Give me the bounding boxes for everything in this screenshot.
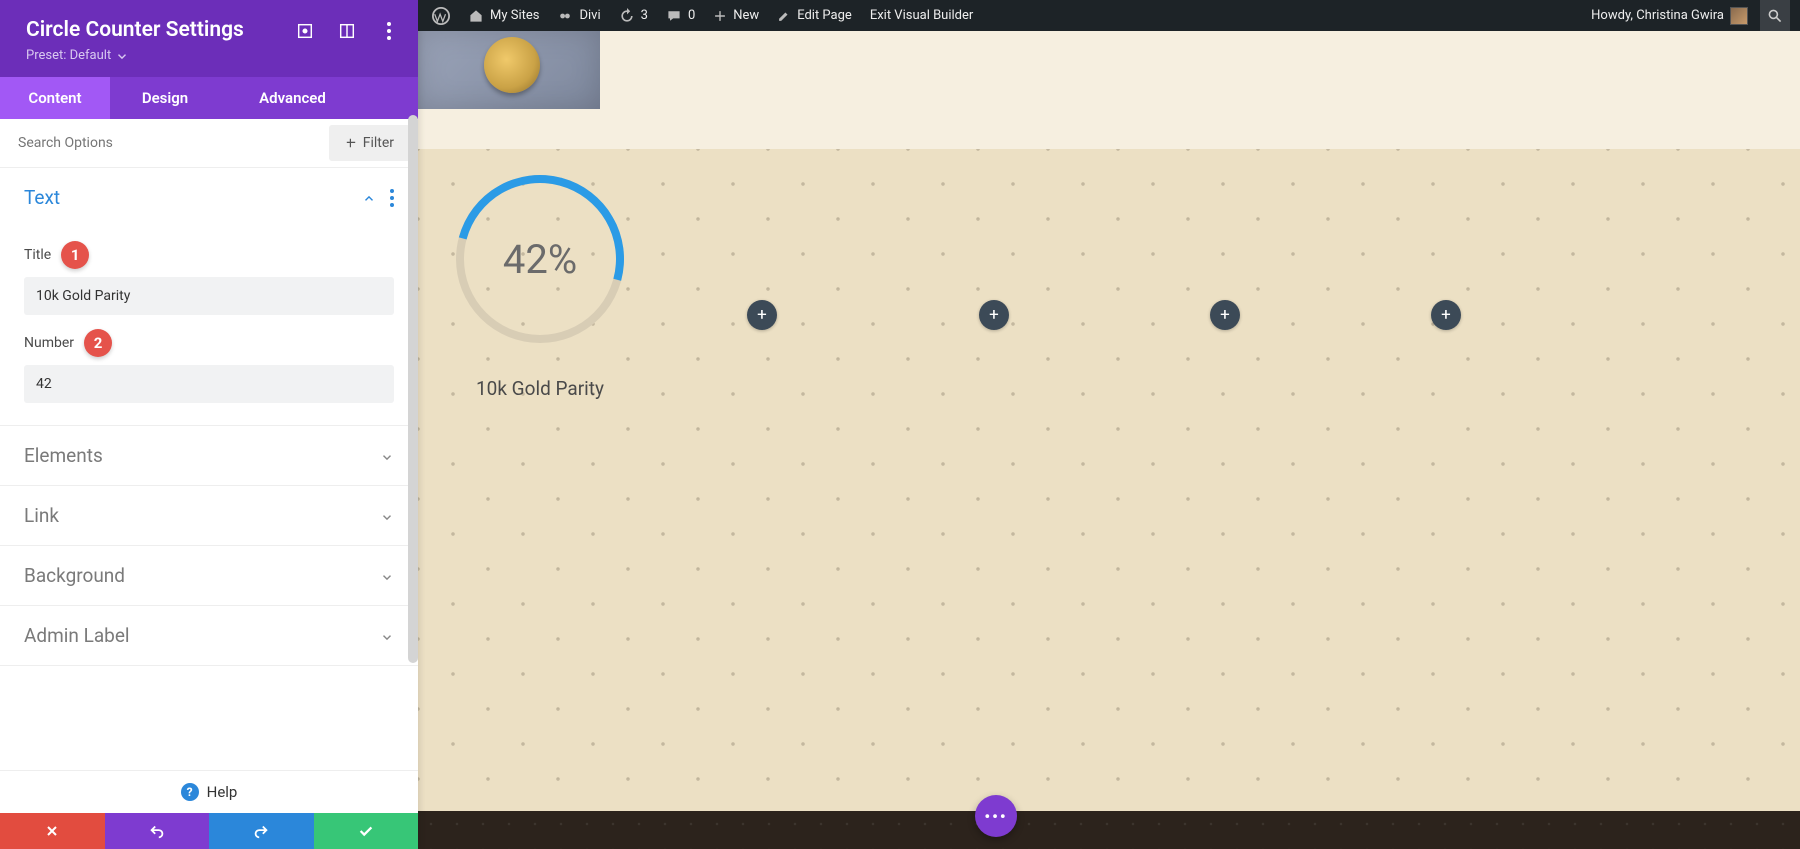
settings-tabs: Content Design Advanced	[0, 77, 418, 119]
tab-design[interactable]: Design	[110, 77, 220, 119]
save-button[interactable]	[314, 813, 419, 849]
search-row: Filter	[0, 119, 418, 168]
section-link-header[interactable]: Link	[0, 486, 418, 545]
admin-search-button[interactable]	[1760, 0, 1790, 31]
undo-button[interactable]	[105, 813, 210, 849]
tab-advanced[interactable]: Advanced	[220, 77, 365, 119]
number-label-text: Number	[24, 335, 74, 351]
section-admin-label: Admin Label	[0, 606, 418, 666]
preset-label: Preset: Default	[26, 48, 111, 63]
help-button[interactable]: ? Help	[0, 770, 418, 813]
section-elements: Elements	[0, 426, 418, 486]
annotation-badge-2: 2	[84, 329, 112, 357]
preset-selector[interactable]: Preset: Default	[26, 48, 244, 63]
module-settings-panel: Circle Counter Settings Preset: Default …	[0, 0, 418, 849]
circle-percent-text: 42%	[464, 183, 616, 335]
circle-track: 42%	[456, 175, 624, 343]
comments-count: 0	[688, 8, 695, 23]
add-module-button[interactable]: +	[979, 300, 1009, 330]
chevron-down-icon	[380, 629, 394, 643]
fab-dots: •••	[984, 807, 1007, 826]
tab-content[interactable]: Content	[0, 77, 110, 119]
layout-icon[interactable]	[338, 22, 356, 40]
section-text-name: Text	[24, 186, 60, 209]
title-label-text: Title	[24, 247, 51, 263]
circle-counter-module[interactable]: 42% 10k Gold Parity	[454, 175, 626, 400]
number-input[interactable]	[24, 365, 394, 403]
kebab-icon[interactable]	[380, 22, 398, 40]
updates-count: 3	[641, 8, 648, 23]
visual-builder-canvas: 42% 10k Gold Parity + + + + •••	[418, 31, 1800, 849]
edit-page-label: Edit Page	[797, 8, 852, 23]
updates-link[interactable]: 3	[619, 8, 648, 24]
comments-link[interactable]: 0	[666, 8, 695, 24]
footer-band	[418, 811, 1800, 849]
section-text-header[interactable]: Text	[0, 168, 418, 227]
kebab-icon[interactable]	[390, 189, 394, 207]
panel-scrollbar[interactable]	[408, 115, 418, 663]
divi-link[interactable]: Divi	[557, 8, 600, 24]
help-icon: ?	[181, 783, 199, 801]
section-link: Link	[0, 486, 418, 546]
expand-icon[interactable]	[296, 22, 314, 40]
hero-image-fragment	[418, 31, 600, 109]
chevron-down-icon	[380, 449, 394, 463]
help-label: Help	[207, 783, 238, 801]
exit-vb-label: Exit Visual Builder	[870, 8, 973, 23]
annotation-badge-1: 1	[61, 241, 89, 269]
chevron-down-icon	[380, 509, 394, 523]
filter-label: Filter	[363, 135, 394, 151]
section-background-header[interactable]: Background	[0, 546, 418, 605]
howdy-label: Howdy, Christina Gwira	[1591, 8, 1724, 23]
section-background-name: Background	[24, 564, 125, 587]
new-link[interactable]: New	[713, 8, 759, 23]
my-sites-link[interactable]: My Sites	[468, 8, 539, 24]
wp-logo[interactable]	[432, 7, 450, 25]
account-link[interactable]: Howdy, Christina Gwira	[1591, 7, 1748, 25]
my-sites-label: My Sites	[490, 8, 539, 23]
section-text: Text Title 1 Number 2	[0, 168, 418, 426]
exit-visual-builder-link[interactable]: Exit Visual Builder	[870, 8, 973, 23]
chevron-down-icon	[380, 569, 394, 583]
edit-page-link[interactable]: Edit Page	[777, 8, 852, 23]
add-module-button[interactable]: +	[747, 300, 777, 330]
title-field-label: Title 1	[24, 241, 394, 269]
builder-fab-menu[interactable]: •••	[975, 795, 1017, 837]
add-module-button[interactable]: +	[1431, 300, 1461, 330]
section-admin-label-header[interactable]: Admin Label	[0, 606, 418, 665]
redo-button[interactable]	[209, 813, 314, 849]
avatar	[1730, 7, 1748, 25]
panel-header: Circle Counter Settings Preset: Default	[0, 0, 418, 77]
section-elements-header[interactable]: Elements	[0, 426, 418, 485]
search-options-input[interactable]	[0, 121, 329, 165]
panel-action-bar	[0, 813, 418, 849]
new-label: New	[733, 8, 759, 23]
canvas-top-strip	[600, 31, 1800, 149]
wp-admin-bar: My Sites Divi 3 0 New Edit Page Exit Vis…	[418, 0, 1800, 31]
section-admin-label-name: Admin Label	[24, 624, 130, 647]
caret-down-icon	[115, 49, 129, 63]
panel-title: Circle Counter Settings	[26, 18, 244, 42]
divi-label: Divi	[579, 8, 600, 23]
title-input[interactable]	[24, 277, 394, 315]
section-elements-name: Elements	[24, 444, 103, 467]
cancel-button[interactable]	[0, 813, 105, 849]
number-field-label: Number 2	[24, 329, 394, 357]
circle-counter-title: 10k Gold Parity	[454, 377, 626, 400]
filter-button[interactable]: Filter	[329, 125, 410, 161]
section-link-name: Link	[24, 504, 59, 527]
add-module-button[interactable]: +	[1210, 300, 1240, 330]
section-background: Background	[0, 546, 418, 606]
chevron-up-icon	[362, 191, 376, 205]
